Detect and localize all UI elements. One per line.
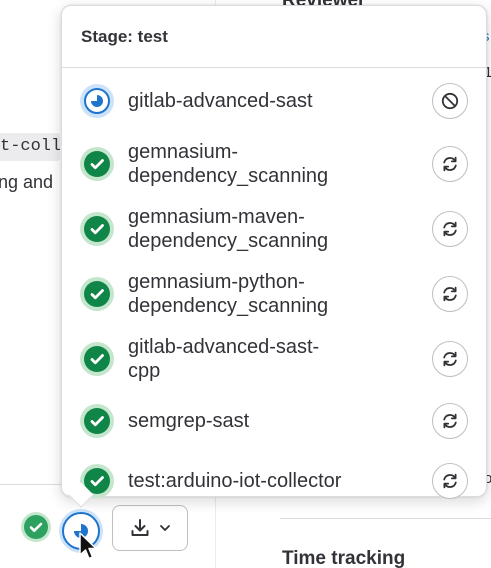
time-tracking-heading: Time tracking (282, 548, 406, 568)
retry-job-button[interactable] (432, 403, 468, 439)
job-item[interactable]: semgrep-sast (62, 391, 486, 451)
job-name[interactable]: gitlab-advanced-sast (128, 89, 432, 113)
retry-job-button[interactable] (432, 275, 468, 312)
job-name[interactable]: gemnasium-maven- dependency_scanning (128, 205, 432, 253)
stage-jobs-dropdown: Stage: test gitlab-advanced-sast gemnasiu… (61, 5, 487, 499)
check-icon (29, 522, 43, 532)
status-dot (84, 88, 110, 114)
job-item[interactable]: gitlab-advanced-sast (62, 71, 486, 131)
success-status-icon (80, 404, 114, 438)
cancel-icon (441, 92, 459, 110)
job-item[interactable]: gitlab-advanced-sast- cpp (62, 326, 486, 391)
job-item[interactable]: gemnasium-maven- dependency_scanning (62, 196, 486, 261)
job-name[interactable]: test:arduino-iot-collector (128, 469, 432, 493)
retry-icon (443, 221, 457, 236)
retry-job-button[interactable] (432, 210, 468, 247)
status-dot (84, 215, 110, 242)
retry-icon (443, 156, 457, 171)
success-status-icon (80, 276, 114, 311)
status-dot (84, 408, 110, 434)
inline-code-fragment: t-coll (0, 133, 60, 161)
retry-icon (443, 413, 457, 429)
retry-icon (443, 351, 457, 366)
cancel-job-button[interactable] (432, 83, 468, 119)
status-dot (84, 345, 110, 372)
job-name[interactable]: gemnasium-python- dependency_scanning (128, 270, 432, 318)
retry-icon (443, 473, 457, 489)
retry-icon (443, 286, 457, 301)
success-status-icon (80, 341, 114, 376)
job-item[interactable]: gemnasium- dependency_scanning (62, 131, 486, 196)
job-item[interactable]: test:arduino-iot-collector (62, 451, 486, 511)
dropdown-title: Stage: test (62, 6, 486, 68)
retry-job-button[interactable] (432, 340, 468, 377)
status-dot (84, 280, 110, 307)
download-icon (131, 519, 149, 536)
stage-success-status-icon[interactable] (24, 515, 48, 539)
retry-job-button[interactable] (432, 145, 468, 182)
success-status-icon (80, 211, 114, 246)
description-text-fragment: ng and (0, 172, 54, 192)
job-list: gitlab-advanced-sast gemnasium- dependenc… (62, 68, 486, 511)
merge-request-page: Reviewer s 1 t-coll ng and o Time tracki… (0, 0, 491, 568)
job-name[interactable]: semgrep-sast (128, 409, 432, 433)
download-artifacts-button[interactable] (112, 505, 188, 551)
success-status-icon (80, 146, 114, 181)
job-name[interactable]: gitlab-advanced-sast- cpp (128, 335, 432, 383)
sidebar-divider (280, 518, 491, 519)
chevron-down-icon (160, 525, 170, 531)
retry-job-button[interactable] (432, 463, 468, 499)
running-status-icon (80, 84, 114, 118)
mouse-cursor-icon (79, 532, 97, 560)
job-item[interactable]: gemnasium-python- dependency_scanning (62, 261, 486, 326)
status-dot (84, 150, 110, 177)
job-name[interactable]: gemnasium- dependency_scanning (128, 140, 432, 188)
